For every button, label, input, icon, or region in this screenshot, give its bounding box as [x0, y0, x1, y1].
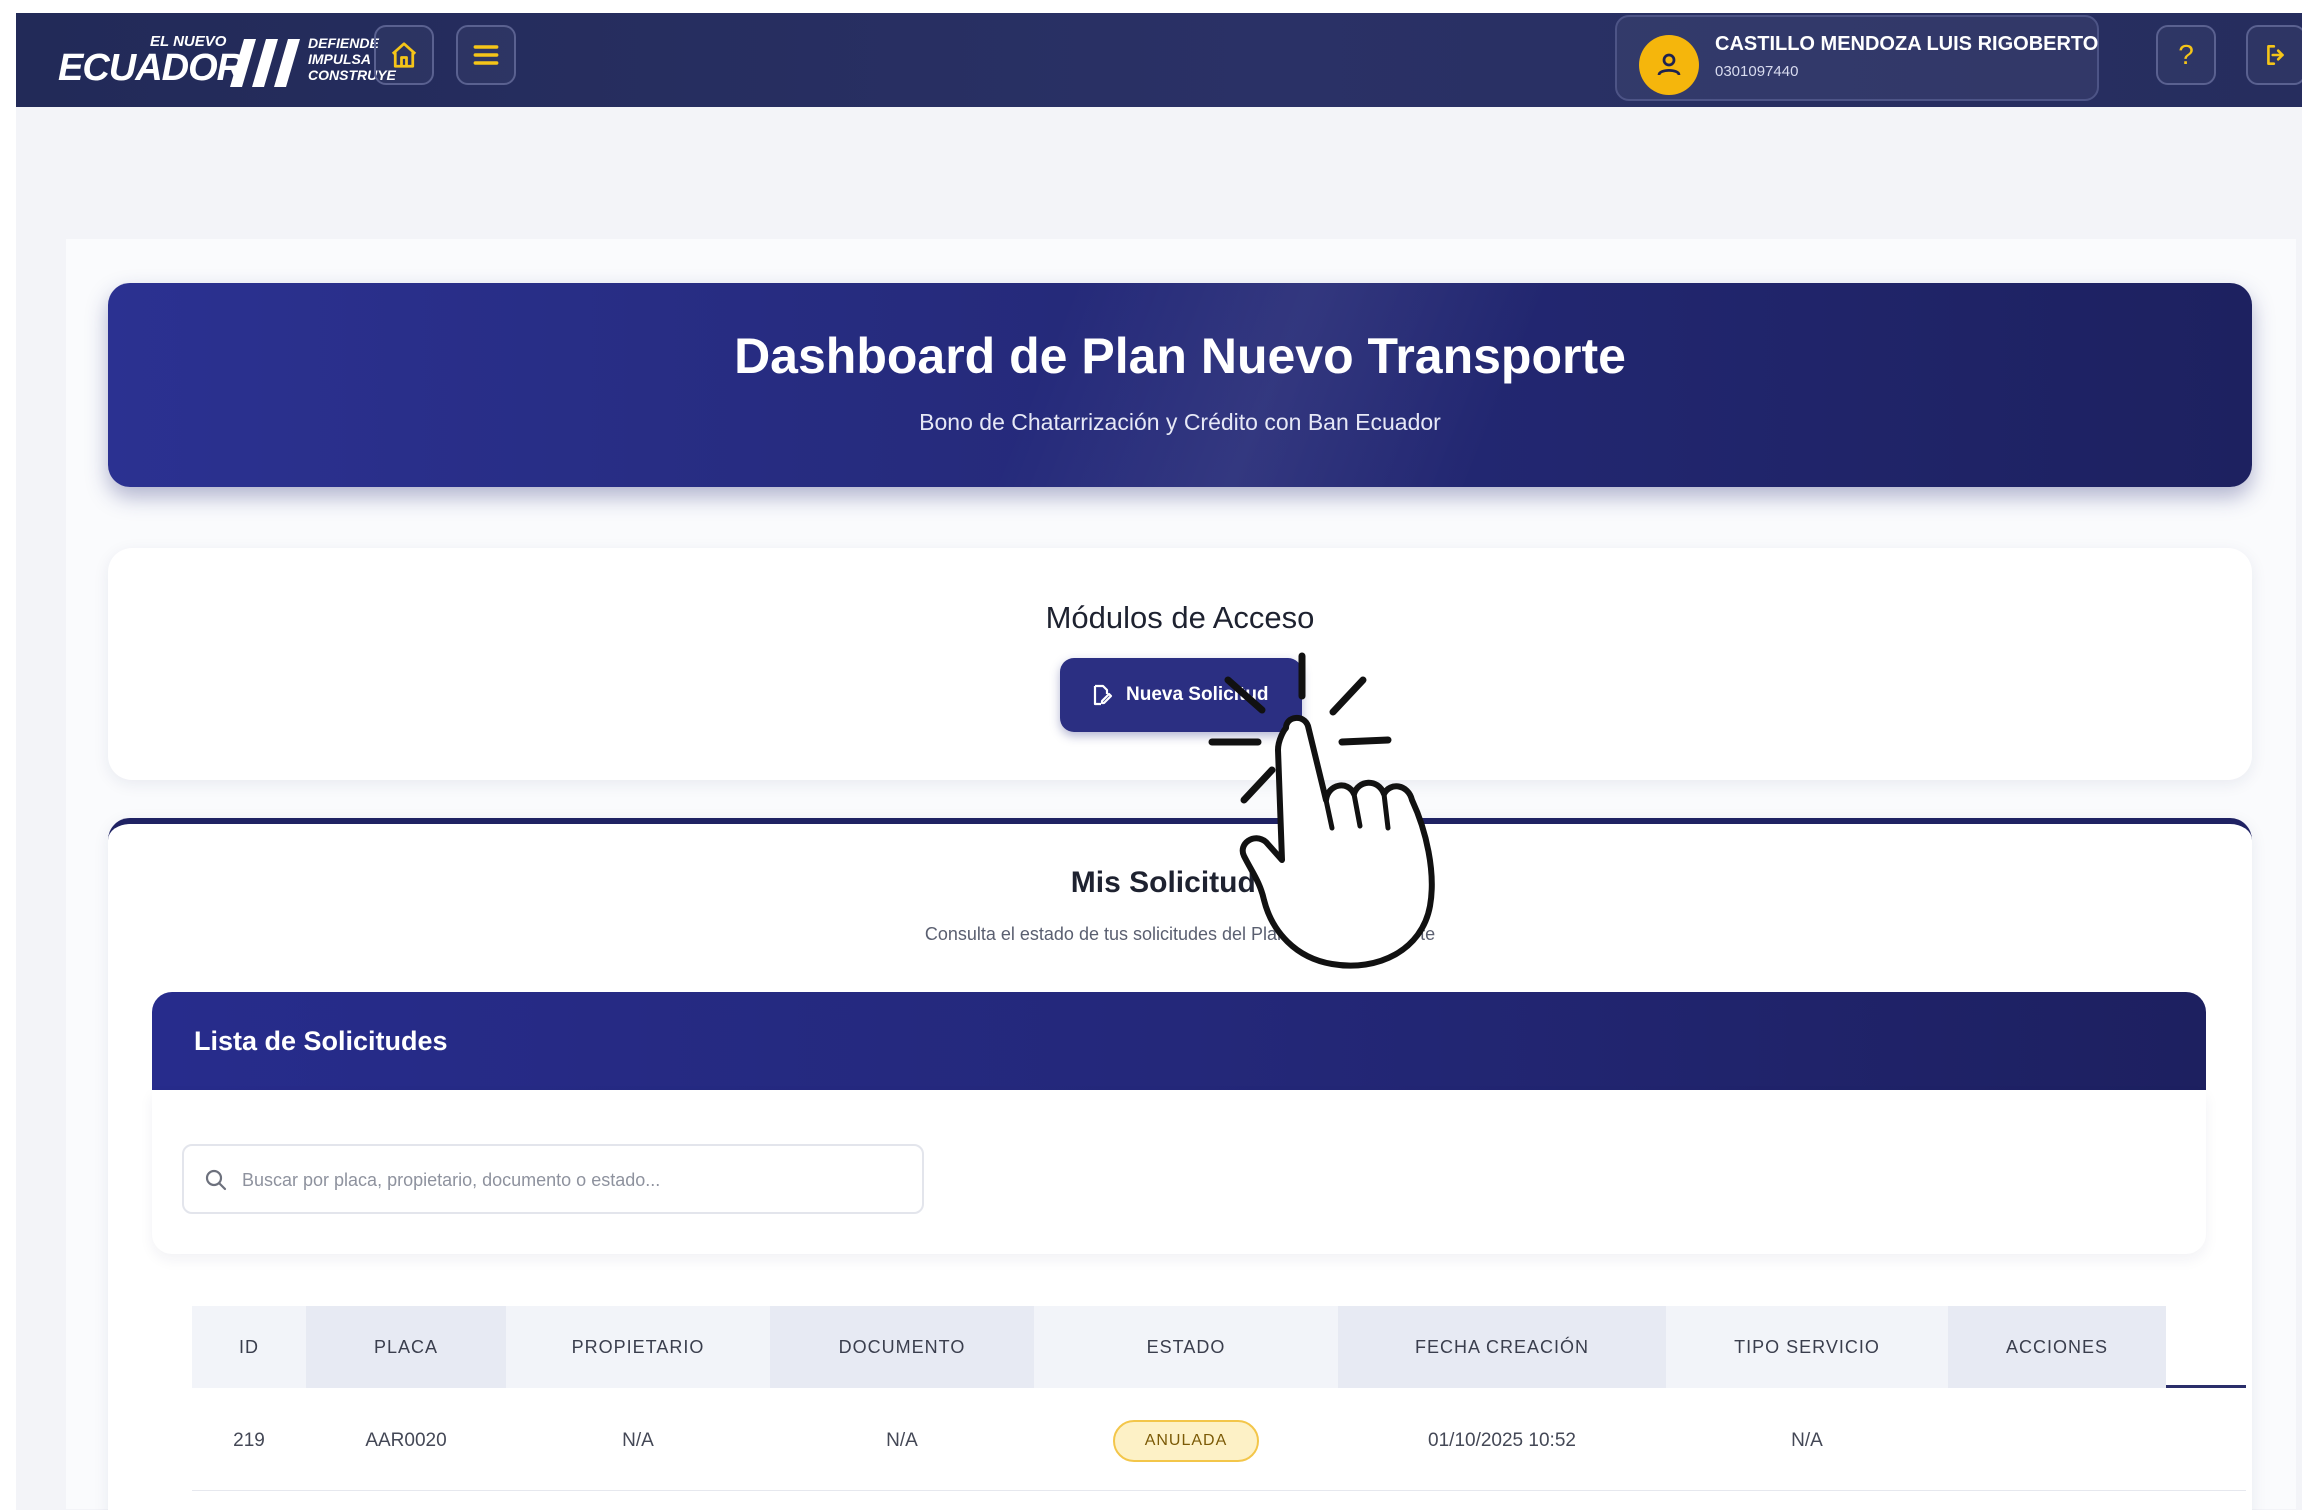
col-estado[interactable]: ESTADO: [1034, 1306, 1338, 1388]
search-box[interactable]: [182, 1144, 924, 1214]
user-document: 0301097440: [1715, 63, 1799, 80]
cell-fecha: 01/10/2025 10:52: [1428, 1430, 1576, 1451]
user-icon: [1657, 53, 1681, 76]
col-id[interactable]: ID: [192, 1306, 306, 1388]
modules-title: Módulos de Acceso: [1045, 600, 1315, 635]
menu-button[interactable]: [456, 25, 516, 85]
col-propietario[interactable]: PROPIETARIO: [506, 1306, 770, 1388]
logo-bars-icon: [230, 39, 300, 87]
ecuador-logo[interactable]: EL NUEVO ECUADOR DEFIENDE IMPULSA CONSTR…: [58, 33, 396, 89]
cell-tipo: N/A: [1791, 1430, 1823, 1451]
cell-acciones: [1948, 1391, 2166, 1491]
help-icon: ?: [2178, 39, 2194, 70]
home-button[interactable]: [374, 25, 434, 85]
hero-shine: [975, 283, 1561, 487]
cell-propietario: N/A: [622, 1430, 654, 1451]
col-acciones: ACCIONES: [1948, 1306, 2166, 1388]
requests-list-header: Lista de Solicitudes: [152, 992, 2206, 1090]
cell-documento: N/A: [886, 1430, 918, 1451]
logo-main: ECUADOR: [58, 47, 244, 89]
table-row[interactable]: 219 AAR0020 N/A N/A ANULADA 01/10/2025 1…: [192, 1391, 2246, 1491]
page-subtitle: Bono de Chatarrización y Crédito con Ban…: [919, 409, 1441, 435]
user-name: CASTILLO MENDOZA LUIS RIGOBERTO: [1715, 33, 2099, 55]
col-tipo-servicio[interactable]: TIPO SERVICIO: [1666, 1306, 1948, 1388]
page-title: Dashboard de Plan Nuevo Transporte: [734, 328, 1626, 384]
dashboard-hero: Dashboard de Plan Nuevo Transporte Bono …: [108, 283, 2252, 487]
search-input[interactable]: [242, 1158, 902, 1202]
col-documento[interactable]: DOCUMENTO: [770, 1306, 1034, 1388]
logout-button[interactable]: [2246, 25, 2302, 85]
top-navbar: EL NUEVO ECUADOR DEFIENDE IMPULSA CONSTR…: [16, 13, 2302, 107]
requests-subtitle: Consulta el estado de tus solicitudes de…: [924, 924, 1436, 944]
home-icon: [391, 42, 417, 68]
new-request-label: Nueva Solicitud: [1126, 684, 1269, 705]
col-placa[interactable]: PLACA: [306, 1306, 506, 1388]
requests-title: Mis Solicitudes: [1070, 866, 1290, 899]
status-badge: ANULADA: [1112, 1420, 1260, 1462]
edit-icon: [1093, 684, 1113, 706]
table-header-row: ID PLACA PROPIETARIO DOCUMENTO ESTADO FE…: [192, 1306, 2246, 1388]
user-avatar: [1639, 35, 1699, 95]
help-button[interactable]: ?: [2156, 25, 2216, 85]
cell-placa: AAR0020: [365, 1430, 447, 1451]
logout-icon: [2267, 45, 2284, 65]
cell-estado: ANULADA: [1034, 1391, 1338, 1491]
cell-id: 219: [233, 1430, 265, 1451]
col-fecha-creacion[interactable]: FECHA CREACIÓN: [1338, 1306, 1666, 1388]
requests-list-title: Lista de Solicitudes: [194, 1026, 448, 1056]
user-profile-card[interactable]: CASTILLO MENDOZA LUIS RIGOBERTO 03010974…: [1615, 15, 2099, 101]
menu-icon: [473, 45, 499, 65]
new-request-button[interactable]: Nueva Solicitud: [1060, 658, 1302, 732]
search-icon: [205, 1169, 227, 1191]
